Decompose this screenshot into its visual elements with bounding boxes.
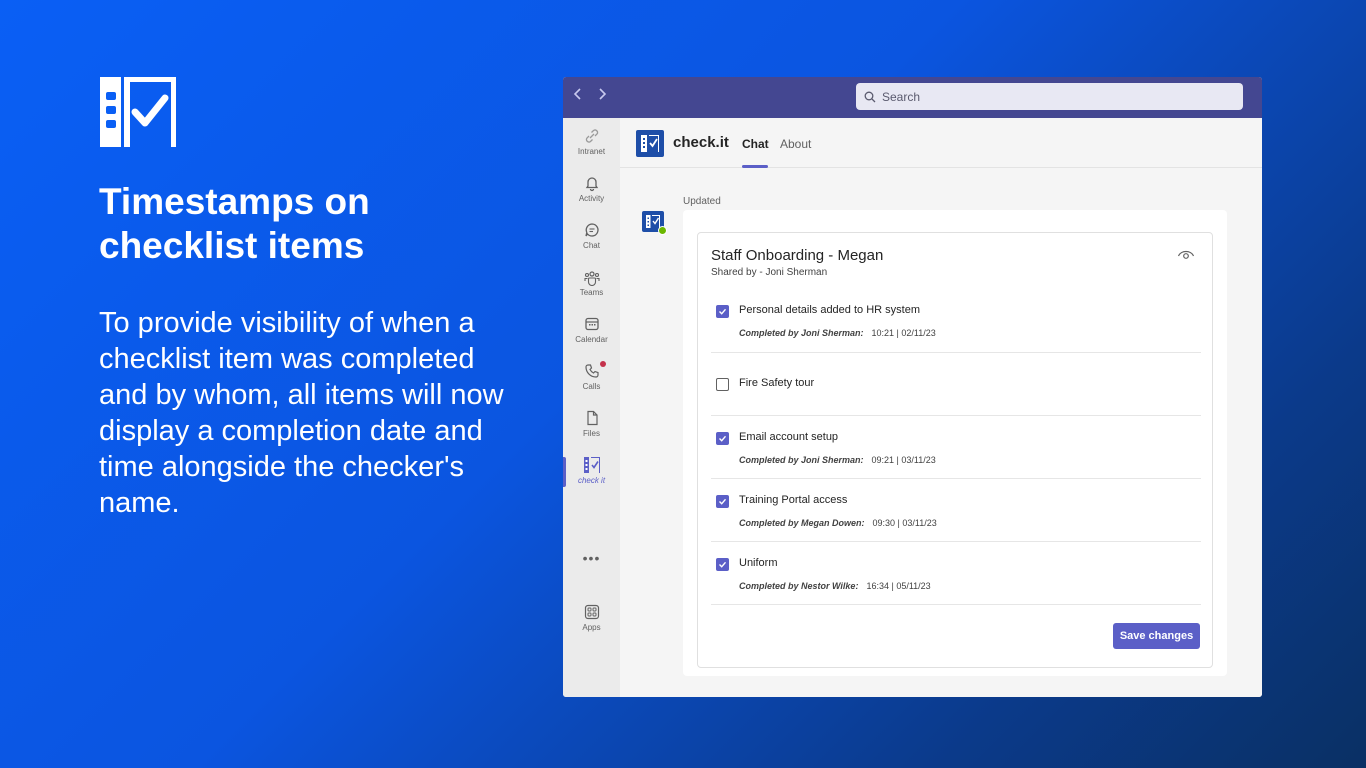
app-header: check.it Chat About [620, 118, 1262, 168]
more-apps-icon[interactable]: ••• [563, 550, 620, 566]
rail-label: Chat [583, 240, 600, 250]
rail-label: check it [577, 475, 606, 485]
completed-time: 09:30 | 03/11/23 [872, 518, 937, 528]
rail-label: Intranet [577, 146, 606, 156]
bell-icon [585, 176, 598, 191]
phone-icon [584, 363, 599, 378]
calendar-icon [584, 317, 599, 330]
checklist-item: Fire Safety tour [711, 353, 1201, 416]
rail-item-teams[interactable]: Teams [563, 259, 620, 305]
item-completion: Completed by Joni Sherman: 10:21 | 02/11/… [739, 328, 936, 338]
rail-label: Apps [582, 622, 601, 632]
checkbox-checked[interactable] [716, 495, 729, 508]
app-rail: Intranet Activity Chat Teams Calendar Ca… [563, 118, 620, 697]
notification-dot [600, 361, 606, 367]
presence-available-icon [658, 226, 667, 235]
message-status: Updated [683, 196, 721, 207]
link-icon [585, 128, 598, 143]
message-card: Staff Onboarding - Megan Shared by - Jon… [683, 210, 1227, 676]
checkbox-checked[interactable] [716, 432, 729, 445]
rail-label: Activity [578, 193, 605, 203]
checklist-item: Email account setup Completed by Joni Sh… [711, 416, 1201, 479]
chevron-left-icon[interactable] [573, 87, 583, 107]
eye-icon[interactable] [1177, 247, 1195, 261]
active-indicator [563, 457, 566, 487]
checklist-item: Training Portal access Completed by Mega… [711, 479, 1201, 542]
item-label: Email account setup [739, 431, 839, 443]
item-label: Training Portal access [739, 494, 848, 506]
item-label: Personal details added to HR system [739, 304, 920, 316]
completed-by: Completed by Nestor Wilke: [739, 581, 859, 591]
checklist-card: Staff Onboarding - Megan Shared by - Jon… [697, 232, 1213, 668]
rail-item-intranet[interactable]: Intranet [563, 118, 620, 164]
search-input[interactable]: Search [856, 83, 1243, 110]
rail-item-apps[interactable]: Apps [563, 594, 620, 640]
tab-about[interactable]: About [780, 137, 811, 151]
teams-icon [583, 270, 600, 286]
rail-label: Calendar [575, 334, 608, 344]
search-placeholder: Search [882, 89, 921, 104]
chat-icon [584, 222, 599, 237]
item-completion: Completed by Megan Dowen: 09:30 | 03/11/2… [739, 518, 937, 528]
save-changes-button[interactable]: Save changes [1113, 623, 1200, 649]
checklist-item: Uniform Completed by Nestor Wilke: 16:34 … [711, 542, 1201, 605]
checklist-title: Staff Onboarding - Megan [711, 247, 884, 264]
checkbox-checked[interactable] [716, 305, 729, 318]
search-icon [864, 91, 876, 102]
checkbox-unchecked[interactable] [716, 378, 729, 391]
file-icon [586, 410, 598, 425]
chevron-right-icon[interactable] [597, 87, 607, 107]
checklist-shared-by: Shared by - Joni Sherman [711, 267, 828, 278]
rail-label: Teams [579, 287, 604, 297]
rail-label: Calls [582, 381, 601, 391]
item-completion: Completed by Joni Sherman: 09:21 | 03/11/… [739, 455, 936, 465]
rail-item-chat[interactable]: Chat [563, 212, 620, 258]
completed-time: 16:34 | 05/11/23 [866, 581, 931, 591]
title-bar: Search [563, 77, 1262, 118]
checkit-icon [583, 456, 600, 473]
app-name: check.it [673, 134, 729, 151]
chat-area: Updated Staff Onboarding - Megan Shared … [620, 168, 1262, 697]
completed-by: Completed by Joni Sherman: [739, 328, 864, 338]
promo-title: Timestamps on checklist items [99, 181, 370, 266]
completed-by: Completed by Megan Dowen: [739, 518, 865, 528]
rail-label: Files [583, 428, 600, 438]
rail-item-calls[interactable]: Calls [563, 353, 620, 399]
tab-chat[interactable]: Chat [742, 137, 769, 151]
rail-item-calendar[interactable]: Calendar [563, 306, 620, 352]
completed-time: 10:21 | 02/11/23 [871, 328, 936, 338]
checkbox-checked[interactable] [716, 558, 729, 571]
apps-icon [584, 604, 599, 619]
item-completion: Completed by Nestor Wilke: 16:34 | 05/11/… [739, 581, 931, 591]
item-label: Uniform [739, 557, 778, 569]
rail-item-files[interactable]: Files [563, 400, 620, 446]
completed-time: 09:21 | 03/11/23 [871, 455, 936, 465]
teams-window: Search Intranet Activity Chat Teams Cale… [563, 77, 1262, 697]
checkit-app-icon [636, 130, 664, 157]
promo-description: To provide visibility of when a checklis… [99, 307, 504, 519]
completed-by: Completed by Joni Sherman: [739, 455, 864, 465]
rail-item-checkit[interactable]: check it [563, 447, 620, 493]
checklist-item: Personal details added to HR system Comp… [711, 293, 1201, 353]
item-label: Fire Safety tour [739, 377, 815, 389]
checkit-logo-icon [99, 76, 177, 148]
rail-item-activity[interactable]: Activity [563, 165, 620, 211]
